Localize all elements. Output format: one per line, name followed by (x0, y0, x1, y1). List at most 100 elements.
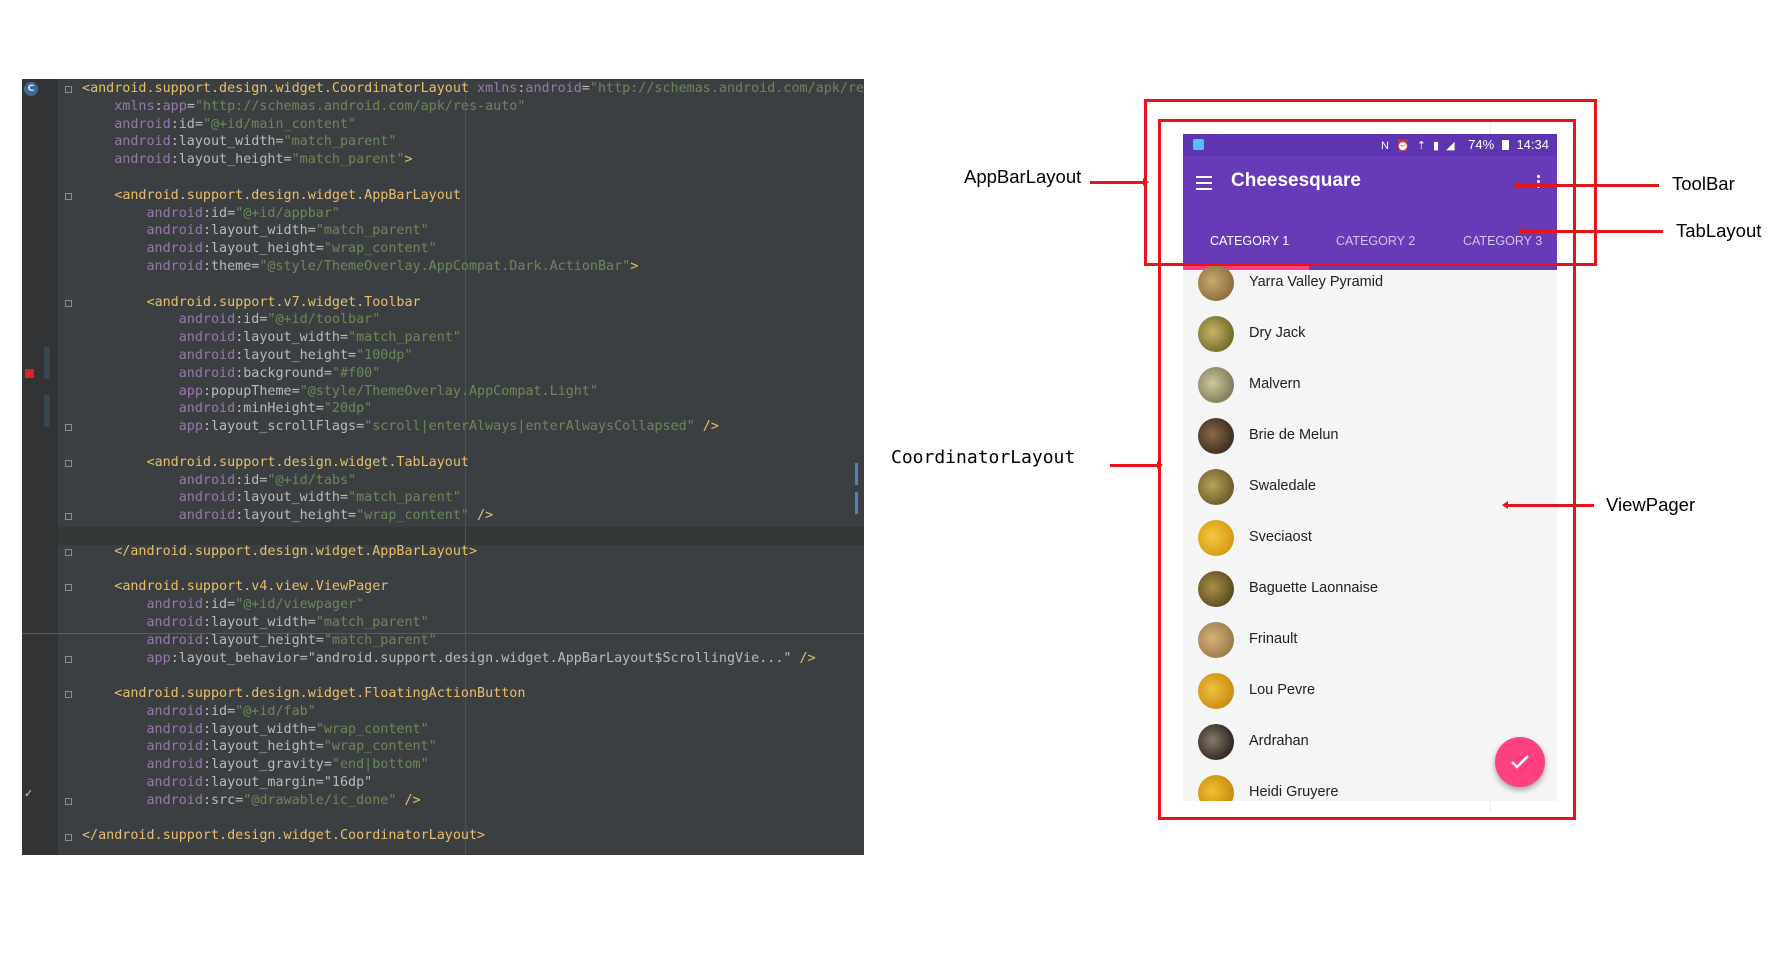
fold-toggle-icon[interactable] (65, 655, 72, 663)
code-line[interactable]: <android.support.v7.widget.Toolbar (82, 294, 864, 312)
code-line[interactable]: android:layout_height="wrap_content" /> (82, 507, 864, 525)
code-line[interactable]: android:layout_width="match_parent" (82, 614, 864, 632)
code-token: "wrap_content" (356, 508, 469, 524)
xml-code[interactable]: <android.support.design.widget.Coordinat… (82, 80, 864, 845)
fold-toggle-icon[interactable] (65, 86, 72, 93)
code-line[interactable]: android:theme="@style/ThemeOverlay.AppCo… (82, 258, 864, 276)
code-line[interactable] (82, 561, 864, 579)
code-line[interactable] (82, 667, 864, 685)
code-token: "http://schemas.android.com/apk/res (589, 81, 864, 96)
code-line[interactable]: android:id="@+id/toolbar" (82, 311, 864, 329)
code-line[interactable]: android:layout_height="match_parent" (82, 632, 864, 650)
code-line[interactable]: android:id="@+id/main_content" (82, 116, 864, 134)
change-marker (44, 347, 50, 379)
code-line[interactable]: android:id="@+id/appbar" (82, 205, 864, 223)
code-token: = (581, 81, 590, 96)
code-line[interactable]: app:layout_scrollFlags="scroll|enterAlwa… (82, 418, 864, 436)
editor-gutter (22, 79, 58, 855)
code-token: android.support.design.widget.AppBarLayo… (130, 543, 469, 559)
code-line[interactable]: android:src="@drawable/ic_done" /> (82, 792, 864, 810)
code-line[interactable]: <android.support.v4.view.ViewPager (82, 578, 864, 596)
code-line[interactable]: android:layout_height="match_parent"> (82, 151, 864, 169)
code-token: :layout_scrollFlags= (202, 419, 365, 435)
code-line[interactable] (82, 436, 864, 454)
fold-toggle-icon[interactable] (65, 584, 72, 592)
code-token: "match_parent" (323, 632, 437, 648)
code-line[interactable]: android:id="@+id/tabs" (82, 472, 864, 490)
fold-toggle-icon[interactable] (65, 459, 72, 467)
code-line[interactable] (82, 525, 864, 543)
code-line[interactable]: android:minHeight="20dp" (82, 400, 864, 418)
code-token: = (186, 98, 195, 114)
code-token: "match_parent" (348, 330, 461, 346)
arrow-tablayout (1518, 227, 1663, 235)
fold-toggle-icon[interactable] (65, 798, 72, 805)
code-token: > (630, 258, 639, 274)
code-token: android (146, 223, 203, 239)
code-line[interactable]: android:layout_height="wrap_content" (82, 738, 864, 756)
code-line[interactable]: <android.support.design.widget.Coordinat… (82, 80, 864, 98)
code-token: :theme= (202, 258, 260, 274)
code-line[interactable]: <android.support.design.widget.TabLayout (82, 454, 864, 472)
code-line[interactable]: android:id="@+id/viewpager" (82, 596, 864, 614)
code-line[interactable] (82, 810, 864, 828)
code-line[interactable] (82, 169, 864, 187)
fold-toggle-icon[interactable] (65, 833, 72, 841)
label-toolbar: ToolBar (1672, 173, 1735, 194)
code-line[interactable]: app:popupTheme="@style/ThemeOverlay.AppC… (82, 383, 864, 401)
arrow-coordinatorlayout (1110, 461, 1163, 469)
code-line[interactable]: <android.support.design.widget.AppBarLay… (82, 187, 864, 205)
code-line[interactable]: app:layout_behavior="android.support.des… (82, 650, 864, 668)
code-line[interactable]: android:layout_height="wrap_content" (82, 240, 864, 258)
code-line[interactable]: android:layout_width="match_parent" (82, 133, 864, 151)
code-line[interactable]: android:layout_margin="16dp" (82, 774, 864, 792)
code-token: android (178, 365, 236, 381)
code-token: android (146, 241, 203, 257)
code-token: "@+id/fab" (235, 703, 316, 719)
code-token: android (146, 258, 203, 274)
arrow-toolbar (1513, 181, 1659, 189)
code-line[interactable]: android:background="#f00" (82, 365, 864, 383)
code-line[interactable]: </android.support.design.widget.AppBarLa… (82, 543, 864, 561)
code-editor[interactable]: C ✓ <android.support.design.widget.Coord… (22, 79, 864, 855)
code-token: "android.support.design.widget.AppBarLay… (307, 650, 792, 666)
class-c-icon: C (24, 82, 38, 96)
fold-toggle-icon[interactable] (65, 691, 72, 699)
fold-toggle-icon[interactable] (65, 548, 72, 556)
fold-toggle-icon[interactable] (65, 424, 72, 432)
fold-toggle-icon[interactable] (65, 513, 72, 521)
code-line[interactable]: xmlns:app="http://schemas.android.com/ap… (82, 98, 864, 116)
code-line[interactable]: android:id="@+id/fab" (82, 703, 864, 721)
code-line[interactable]: android:layout_width="match_parent" (82, 489, 864, 507)
check-icon: ✓ (24, 787, 34, 800)
code-line[interactable] (82, 276, 864, 294)
code-token: :src= (202, 792, 244, 808)
code-line[interactable]: android:layout_width="wrap_content" (82, 721, 864, 739)
code-line[interactable]: android:layout_width="match_parent" (82, 329, 864, 347)
label-tablayout: TabLayout (1676, 220, 1762, 241)
code-token: > (404, 152, 413, 168)
fold-toggle-icon[interactable] (65, 192, 72, 200)
code-line[interactable]: android:layout_gravity="end|bottom" (82, 756, 864, 774)
code-token: android (146, 614, 203, 630)
code-line[interactable]: </android.support.design.widget.Coordina… (82, 827, 864, 845)
code-line[interactable]: android:layout_width="match_parent" (82, 222, 864, 240)
code-token: "@+id/tabs" (267, 472, 357, 488)
code-line[interactable]: <android.support.design.widget.FloatingA… (82, 685, 864, 703)
fold-toggle-icon[interactable] (65, 299, 72, 307)
code-token: :layout_height= (202, 632, 324, 648)
code-token: :layout_margin= (202, 775, 324, 791)
code-token: :id= (235, 472, 268, 488)
code-line[interactable]: android:layout_height="100dp" (82, 347, 864, 365)
